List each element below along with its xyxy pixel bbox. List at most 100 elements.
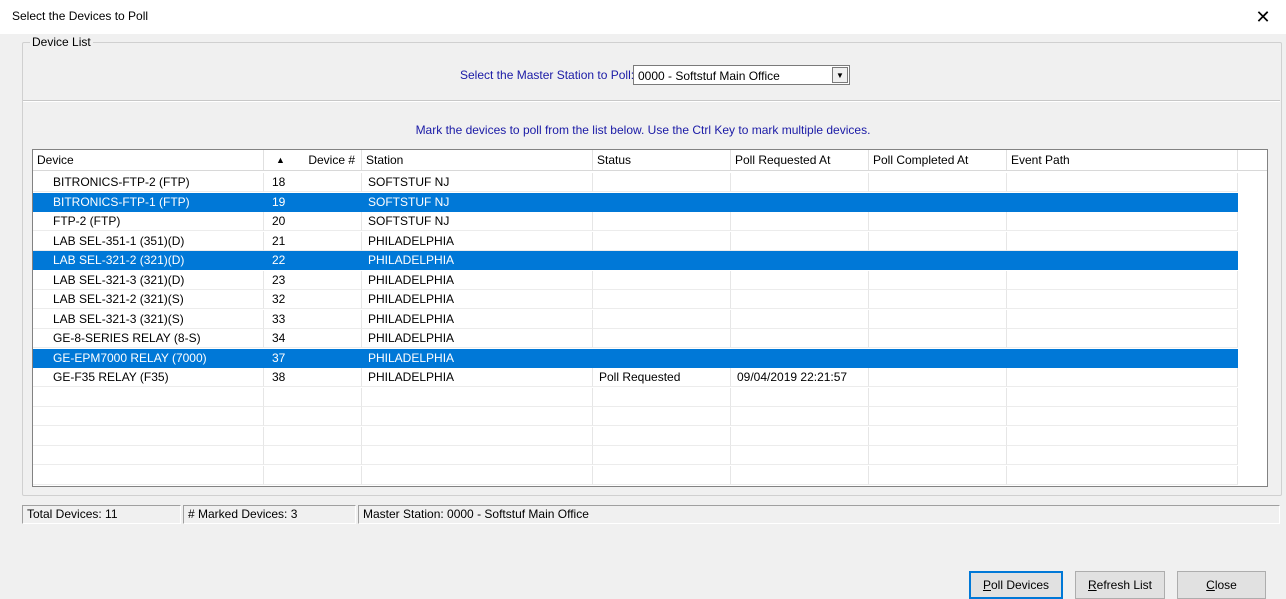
table-row[interactable]: BITRONICS-FTP-1 (FTP) 19 SOFTSTUF NJ: [33, 192, 1238, 212]
cell-station: PHILADELPHIA: [362, 309, 593, 329]
close-accel: C: [1206, 578, 1215, 592]
cell-status: [593, 329, 731, 348]
cell-station: [362, 426, 593, 446]
close-icon[interactable]: ✕: [1240, 0, 1286, 34]
marked-devices: # Marked Devices: 3: [183, 505, 356, 524]
table-row[interactable]: LAB SEL-321-2 (321)(S) 32 PHILADELPHIA: [33, 290, 1238, 309]
empty-table-row: [33, 407, 1238, 426]
cell-device-name: [33, 446, 264, 465]
cell-status: [593, 426, 731, 446]
table-row[interactable]: LAB SEL-351-1 (351)(D) 21 PHILADELPHIA: [33, 231, 1238, 251]
title-bar: Select the Devices to Poll ✕: [0, 0, 1286, 34]
poll-devices-accel: P: [982, 578, 991, 592]
cell-device-name: GE-8-SERIES RELAY (8-S): [33, 329, 264, 348]
cell-poll-completed-at: [869, 212, 1007, 231]
cell-device-name: LAB SEL-321-2 (321)(S): [33, 290, 264, 309]
cell-status: [593, 387, 731, 407]
column-station[interactable]: Station: [362, 150, 593, 170]
table-row[interactable]: GE-F35 RELAY (F35) 38 PHILADELPHIA Poll Req…: [33, 368, 1238, 387]
cell-poll-requested-at: [731, 329, 869, 348]
poll-devices-button[interactable]: Poll Devices: [969, 571, 1063, 599]
cell-device-number: 21: [264, 231, 362, 251]
cell-station: [362, 387, 593, 407]
cell-device-number: 23: [264, 270, 362, 290]
column-device-number[interactable]: ▲ Device #: [264, 150, 362, 170]
cell-event-path: [1007, 192, 1238, 212]
cell-device-number: [264, 426, 362, 446]
table-row[interactable]: BITRONICS-FTP-2 (FTP) 18 SOFTSTUF NJ: [33, 173, 1238, 192]
cell-status: [593, 251, 731, 270]
separator: [23, 100, 1280, 102]
cell-poll-completed-at: [869, 407, 1007, 426]
column-device[interactable]: Device: [33, 150, 264, 170]
instructions-text: Mark the devices to poll from the list b…: [415, 123, 871, 137]
cell-station: [362, 407, 593, 426]
table-header: Device ▲ Device # Station Status Poll Re…: [33, 150, 1267, 171]
cell-poll-completed-at: [869, 446, 1007, 465]
close-button[interactable]: Close: [1177, 571, 1266, 599]
column-poll-completed[interactable]: Poll Completed At: [869, 150, 1007, 170]
cell-event-path: [1007, 329, 1238, 348]
cell-event-path: [1007, 465, 1238, 485]
cell-event-path: [1007, 251, 1238, 270]
cell-device-name: [33, 387, 264, 407]
cell-device-number: 32: [264, 290, 362, 309]
chevron-down-icon[interactable]: ▼: [832, 67, 848, 83]
cell-station: PHILADELPHIA: [362, 270, 593, 290]
cell-poll-completed-at: [869, 270, 1007, 290]
cell-event-path: [1007, 231, 1238, 251]
table-row[interactable]: LAB SEL-321-3 (321)(S) 33 PHILADELPHIA: [33, 309, 1238, 329]
cell-poll-completed-at: [869, 231, 1007, 251]
cell-event-path: [1007, 407, 1238, 426]
cell-poll-requested-at: [731, 446, 869, 465]
refresh-list-label: efresh List: [1096, 578, 1153, 592]
table-row[interactable]: LAB SEL-321-2 (321)(D) 22 PHILADELPHIA: [33, 251, 1238, 270]
cell-device-number: 20: [264, 212, 362, 231]
table-row[interactable]: GE-EPM7000 RELAY (7000) 37 PHILADELPHIA: [33, 348, 1238, 368]
cell-poll-completed-at: [869, 251, 1007, 270]
cell-device-number: 22: [264, 251, 362, 270]
cell-status: [593, 192, 731, 212]
cell-status: Poll Requested: [593, 368, 731, 387]
cell-device-name: [33, 407, 264, 426]
cell-poll-requested-at: 09/04/2019 22:21:57: [731, 368, 869, 387]
column-status[interactable]: Status: [593, 150, 731, 170]
cell-device-number: [264, 407, 362, 426]
cell-station: PHILADELPHIA: [362, 368, 593, 387]
table-row[interactable]: LAB SEL-321-3 (321)(D) 23 PHILADELPHIA: [33, 270, 1238, 290]
cell-device-name: LAB SEL-321-3 (321)(D): [33, 270, 264, 290]
close-label: lose: [1214, 578, 1237, 592]
table-row[interactable]: GE-8-SERIES RELAY (8-S) 34 PHILADELPHIA: [33, 329, 1238, 348]
cell-device-number: 34: [264, 329, 362, 348]
column-poll-requested[interactable]: Poll Requested At: [731, 150, 869, 170]
column-event-path[interactable]: Event Path: [1007, 150, 1238, 170]
cell-event-path: [1007, 446, 1238, 465]
master-station-select[interactable]: 0000 - Softstuf Main Office ▼: [633, 65, 850, 85]
cell-status: [593, 173, 731, 192]
cell-station: PHILADELPHIA: [362, 348, 593, 368]
cell-device-name: BITRONICS-FTP-1 (FTP): [33, 192, 264, 212]
refresh-list-button[interactable]: Refresh List: [1075, 571, 1165, 599]
cell-status: [593, 465, 731, 485]
cell-station: PHILADELPHIA: [362, 290, 593, 309]
device-table[interactable]: Device ▲ Device # Station Status Poll Re…: [32, 149, 1268, 487]
cell-event-path: [1007, 387, 1238, 407]
cell-station: [362, 465, 593, 485]
master-station-status: Master Station: 0000 - Softstuf Main Off…: [358, 505, 1280, 524]
empty-table-row: [33, 446, 1238, 465]
cell-event-path: [1007, 212, 1238, 231]
cell-station: PHILADELPHIA: [362, 231, 593, 251]
cell-device-name: FTP-2 (FTP): [33, 212, 264, 231]
cell-device-number: 38: [264, 368, 362, 387]
cell-poll-requested-at: [731, 212, 869, 231]
cell-status: [593, 309, 731, 329]
cell-poll-requested-at: [731, 387, 869, 407]
cell-status: [593, 231, 731, 251]
cell-station: SOFTSTUF NJ: [362, 173, 593, 192]
cell-event-path: [1007, 173, 1238, 192]
cell-device-number: [264, 465, 362, 485]
cell-poll-completed-at: [869, 368, 1007, 387]
refresh-list-accel: R: [1087, 578, 1097, 592]
table-row[interactable]: FTP-2 (FTP) 20 SOFTSTUF NJ: [33, 212, 1238, 231]
cell-poll-requested-at: [731, 290, 869, 309]
